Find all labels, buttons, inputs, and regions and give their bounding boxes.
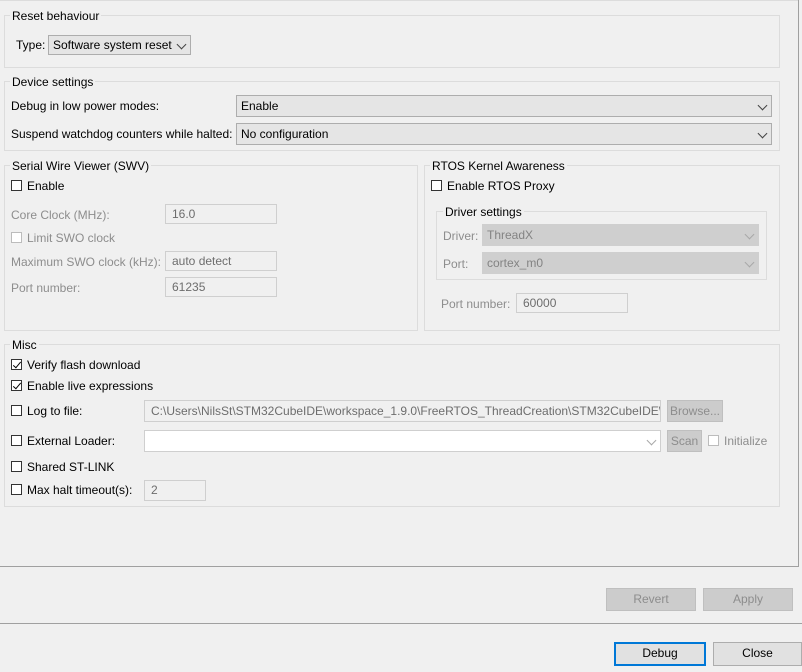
scan-button[interactable]: Scan bbox=[667, 430, 702, 452]
driver-settings-title: Driver settings bbox=[443, 205, 524, 219]
initialize-label: Initialize bbox=[724, 434, 768, 448]
swv-port-label: Port number: bbox=[11, 281, 81, 295]
browse-button[interactable]: Browse... bbox=[667, 400, 723, 422]
suspend-watchdog-value: No configuration bbox=[241, 127, 329, 141]
chevron-down-icon bbox=[744, 229, 755, 240]
suspend-watchdog-select[interactable]: No configuration bbox=[236, 123, 772, 145]
rtos-proxy-checkbox[interactable] bbox=[431, 180, 442, 191]
max-halt-input[interactable]: 2 bbox=[144, 480, 206, 501]
suspend-watchdog-label: Suspend watchdog counters while halted: bbox=[11, 127, 233, 141]
driver-value: ThreadX bbox=[487, 228, 534, 242]
rtos-port-value: cortex_m0 bbox=[487, 256, 544, 270]
reset-type-value: Software system reset bbox=[53, 38, 172, 52]
swv-enable-checkbox[interactable] bbox=[11, 180, 22, 191]
revert-button[interactable]: Revert bbox=[606, 588, 696, 611]
log-to-file-checkbox[interactable] bbox=[11, 405, 22, 416]
max-halt-label: Max halt timeout(s): bbox=[27, 483, 133, 497]
verify-flash-label: Verify flash download bbox=[27, 358, 141, 372]
driver-label: Driver: bbox=[443, 229, 479, 243]
rtos-proxy-label: Enable RTOS Proxy bbox=[447, 179, 555, 193]
verify-flash-checkbox[interactable] bbox=[11, 359, 22, 370]
initialize-checkbox[interactable] bbox=[708, 435, 719, 446]
live-expressions-checkbox[interactable] bbox=[11, 380, 22, 391]
close-button[interactable]: Close bbox=[713, 642, 802, 666]
chevron-down-icon bbox=[744, 257, 755, 268]
chevron-down-icon bbox=[757, 100, 768, 111]
live-expressions-label: Enable live expressions bbox=[27, 379, 154, 393]
chevron-down-icon bbox=[646, 435, 657, 446]
max-halt-checkbox[interactable] bbox=[11, 484, 22, 495]
apply-button[interactable]: Apply bbox=[703, 588, 793, 611]
limit-swo-checkbox[interactable] bbox=[11, 232, 22, 243]
swv-enable-label: Enable bbox=[27, 179, 65, 193]
chevron-down-icon bbox=[757, 128, 768, 139]
debug-button[interactable]: Debug bbox=[614, 642, 706, 666]
swv-group bbox=[4, 165, 418, 331]
max-swo-input[interactable]: auto detect bbox=[165, 251, 277, 271]
driver-select[interactable]: ThreadX bbox=[482, 224, 759, 246]
debug-low-power-select[interactable]: Enable bbox=[236, 95, 772, 117]
rtos-title: RTOS Kernel Awareness bbox=[430, 159, 567, 173]
rtos-port-label: Port: bbox=[443, 257, 469, 271]
chevron-down-icon bbox=[176, 39, 187, 50]
limit-swo-label: Limit SWO clock bbox=[27, 231, 116, 245]
swv-title: Serial Wire Viewer (SWV) bbox=[10, 159, 152, 173]
max-swo-label: Maximum SWO clock (kHz): bbox=[11, 255, 161, 269]
reset-behaviour-title: Reset behaviour bbox=[10, 9, 102, 23]
top-divider bbox=[0, 0, 798, 1]
shared-stlink-checkbox[interactable] bbox=[11, 461, 22, 472]
shared-stlink-label: Shared ST-LINK bbox=[27, 460, 115, 474]
footer-divider bbox=[0, 623, 802, 624]
rtos-port-select[interactable]: cortex_m0 bbox=[482, 252, 759, 274]
rtos-port-number-label: Port number: bbox=[441, 297, 511, 311]
log-to-file-label: Log to file: bbox=[27, 404, 83, 418]
device-settings-title: Device settings bbox=[10, 75, 96, 89]
external-loader-label: External Loader: bbox=[27, 434, 116, 448]
external-loader-checkbox[interactable] bbox=[11, 435, 22, 446]
debug-low-power-label: Debug in low power modes: bbox=[11, 99, 160, 113]
type-label: Type: bbox=[16, 38, 46, 52]
log-path-input[interactable]: C:\Users\NilsSt\STM32CubeIDE\workspace_1… bbox=[144, 400, 661, 422]
swv-port-input[interactable]: 61235 bbox=[165, 277, 277, 297]
core-clock-input[interactable]: 16.0 bbox=[165, 204, 277, 224]
core-clock-label: Core Clock (MHz): bbox=[11, 208, 110, 222]
external-loader-select[interactable] bbox=[144, 430, 661, 452]
rtos-port-number-input[interactable]: 60000 bbox=[516, 293, 628, 313]
debug-low-power-value: Enable bbox=[241, 99, 279, 113]
misc-title: Misc bbox=[10, 338, 39, 352]
reset-type-select[interactable]: Software system reset bbox=[48, 35, 191, 55]
